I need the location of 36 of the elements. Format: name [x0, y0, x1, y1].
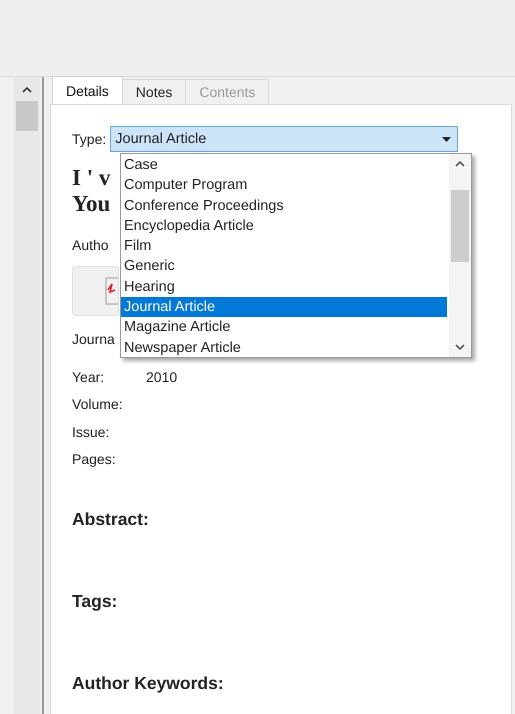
dropdown-option[interactable]: Newspaper Article	[121, 338, 447, 358]
scrollbar[interactable]	[449, 154, 471, 357]
scrollbar[interactable]	[14, 77, 40, 714]
scrollbar-thumb[interactable]	[16, 101, 38, 131]
dropdown-option[interactable]: Journal Article	[121, 297, 447, 318]
tab[interactable]: Notes	[122, 79, 186, 104]
journal-label: Journa	[72, 331, 115, 347]
field-label: Volume:	[72, 396, 124, 412]
section-heading: Abstract:	[72, 509, 149, 531]
section-heading: Author Keywords:	[72, 673, 224, 695]
document-icon	[104, 276, 118, 306]
dropdown-option[interactable]: Encyclopedia Article	[121, 216, 447, 236]
author-label: Autho	[72, 237, 109, 253]
item-title: You	[72, 191, 110, 217]
field-label: Year:	[72, 368, 106, 385]
type-combobox[interactable]: Journal Article	[110, 126, 458, 152]
attachment-button[interactable]	[72, 266, 119, 316]
scroll-up-icon[interactable]	[455, 160, 465, 167]
dropdown-option[interactable]: Film	[121, 236, 447, 256]
scrollbar-thumb[interactable]	[451, 190, 469, 262]
scroll-down-icon[interactable]	[455, 344, 465, 351]
dropdown-option[interactable]: Magazine Article	[121, 317, 447, 338]
dropdown-option[interactable]: Case	[121, 155, 447, 176]
section-heading: Tags:	[72, 591, 118, 613]
dropdown-option[interactable]: Conference Proceedings	[121, 196, 447, 216]
scroll-up-icon[interactable]	[22, 86, 32, 93]
dropdown-option[interactable]: Hearing	[121, 276, 447, 298]
dropdown-option[interactable]: Generic	[121, 256, 447, 277]
field-label: Issue:	[72, 424, 110, 440]
item-title: I ' v	[72, 165, 110, 191]
dropdown-option[interactable]: Computer Program	[121, 175, 447, 196]
caret-icon	[442, 136, 452, 142]
type-label: Type:	[72, 131, 106, 147]
field-label: Pages:	[72, 451, 117, 468]
tab[interactable]: Details	[52, 76, 123, 104]
field-value: 2010	[146, 368, 178, 385]
